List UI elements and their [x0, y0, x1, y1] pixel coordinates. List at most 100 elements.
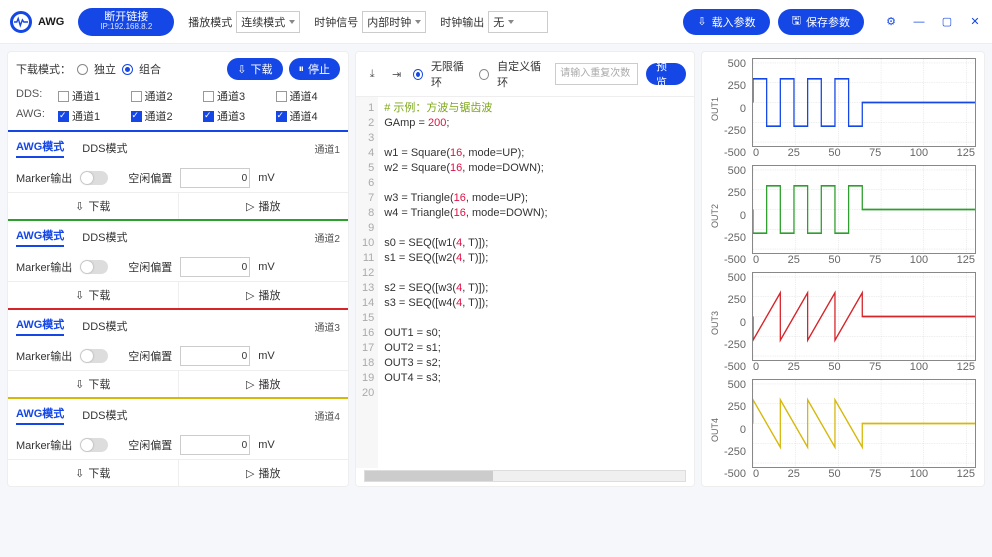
window-controls: ⚙ — ▢ ✕	[884, 15, 982, 29]
channel-body: Marker输出空闲偏置0mV	[8, 342, 348, 370]
play-icon: ▷	[246, 467, 254, 480]
plot-xticks: 0255075100125	[752, 254, 976, 266]
radio-custom-loop[interactable]	[479, 69, 489, 80]
plot: OUT25002500-250-5000255075100125	[710, 165, 976, 266]
radio-combined[interactable]	[122, 64, 133, 75]
tab-dds[interactable]: DDS模式	[82, 229, 127, 245]
marker-toggle[interactable]	[80, 349, 108, 363]
plot-xticks: 0255075100125	[752, 361, 976, 373]
marker-toggle[interactable]	[80, 438, 108, 452]
channel-block: AWG模式DDS模式通道3Marker输出空闲偏置0mV⇩下载▷播放	[8, 308, 348, 397]
stop-button[interactable]: ⏸停止	[289, 58, 341, 80]
plot-ylabel: OUT1	[710, 58, 720, 159]
clock-signal-select[interactable]: 内部时钟	[362, 11, 426, 33]
download-icon: ⇩	[237, 63, 246, 76]
code-editor[interactable]: 1234567891011121314151617181920 # 示例：方波与…	[356, 97, 694, 468]
radio-independent[interactable]	[77, 64, 88, 75]
marker-toggle[interactable]	[80, 260, 108, 274]
download-icon: ⇩	[75, 378, 84, 391]
tab-dds[interactable]: DDS模式	[82, 318, 127, 334]
play-icon: ▷	[246, 289, 254, 302]
plot-area: 0255075100125	[752, 272, 976, 373]
clock-output-select[interactable]: 无	[488, 11, 548, 33]
channel-play-button[interactable]: ▷播放	[179, 371, 349, 397]
channel-download-button[interactable]: ⇩下载	[8, 460, 179, 486]
channel-body: Marker输出空闲偏置0mV	[8, 164, 348, 192]
download-all-button[interactable]: ⇩下载	[227, 58, 282, 80]
horizontal-scrollbar[interactable]	[364, 470, 686, 482]
connection-button[interactable]: 断开链接 IP:192.168.8.2	[78, 8, 174, 36]
close-icon[interactable]: ✕	[968, 15, 982, 29]
channel-checkbox[interactable]	[276, 111, 287, 122]
channel-checkbox-cell: 通道1	[58, 88, 123, 104]
channel-checkbox[interactable]	[203, 111, 214, 122]
pause-icon: ⏸	[299, 63, 305, 76]
tab-awg[interactable]: AWG模式	[16, 316, 64, 336]
channel-checkbox[interactable]	[203, 91, 214, 102]
plot-ylabel: OUT4	[710, 379, 720, 480]
channel-name: 通道2	[314, 230, 340, 245]
marker-toggle[interactable]	[80, 171, 108, 185]
plot-yticks: 5002500-250-500	[724, 58, 748, 159]
channel-download-button[interactable]: ⇩下载	[8, 193, 179, 219]
row-label: AWG:	[16, 108, 50, 124]
tab-dds[interactable]: DDS模式	[82, 140, 127, 156]
play-icon: ▷	[246, 200, 254, 213]
radio-infinite-loop[interactable]	[413, 69, 423, 80]
brand: AWG	[10, 11, 64, 33]
plot-ylabel: OUT3	[710, 272, 720, 373]
idle-offset-label: 空闲偏置	[128, 437, 172, 453]
channel-play-button[interactable]: ▷播放	[179, 460, 349, 486]
code-toolbar: ⤓ ⇥ 无限循环 自定义循环 请输入重复次数 预览	[356, 52, 694, 97]
channel-checkbox[interactable]	[131, 111, 142, 122]
idle-offset-input[interactable]: 0	[180, 346, 250, 366]
save-icon: 🖫	[792, 12, 801, 31]
channel-download-button[interactable]: ⇩下载	[8, 371, 179, 397]
channel-name: 通道4	[314, 408, 340, 423]
preview-button[interactable]: 预览	[646, 63, 686, 85]
save-params-button[interactable]: 🖫保存参数	[778, 9, 864, 35]
plot-yticks: 5002500-250-500	[724, 165, 748, 266]
plot-svg	[752, 58, 976, 147]
tab-awg[interactable]: AWG模式	[16, 227, 64, 247]
channel-footer: ⇩下载▷播放	[8, 192, 348, 219]
channel-head: AWG模式 DDS模式 通道4	[8, 399, 348, 431]
repeat-count-input[interactable]: 请输入重复次数	[555, 63, 638, 85]
channel-play-button[interactable]: ▷播放	[179, 282, 349, 308]
import-icon[interactable]: ⇥	[388, 65, 404, 83]
channel-name: 通道1	[314, 141, 340, 156]
plot: OUT15002500-250-5000255075100125	[710, 58, 976, 159]
idle-offset-input[interactable]: 0	[180, 168, 250, 188]
channel-body: Marker输出空闲偏置0mV	[8, 431, 348, 459]
play-mode-label: 播放模式	[188, 14, 232, 30]
plot-svg	[752, 379, 976, 468]
tab-dds[interactable]: DDS模式	[82, 407, 127, 423]
brand-icon	[10, 11, 32, 33]
play-icon: ▷	[246, 378, 254, 391]
channel-download-button[interactable]: ⇩下载	[8, 282, 179, 308]
maximize-icon[interactable]: ▢	[940, 15, 954, 29]
tab-awg[interactable]: AWG模式	[16, 138, 64, 158]
idle-offset-input[interactable]: 0	[180, 435, 250, 455]
channel-play-button[interactable]: ▷播放	[179, 193, 349, 219]
channel-body: Marker输出空闲偏置0mV	[8, 253, 348, 281]
channel-footer: ⇩下载▷播放	[8, 281, 348, 308]
idle-offset-label: 空闲偏置	[128, 259, 172, 275]
tab-awg[interactable]: AWG模式	[16, 405, 64, 425]
channel-checkbox[interactable]	[276, 91, 287, 102]
export-icon[interactable]: ⤓	[364, 65, 380, 83]
minimize-icon[interactable]: —	[912, 15, 926, 29]
idle-offset-input[interactable]: 0	[180, 257, 250, 277]
play-mode-select[interactable]: 连续模式	[236, 11, 300, 33]
settings-icon[interactable]: ⚙	[884, 15, 898, 29]
channel-block: AWG模式 DDS模式 通道1 Marker输出空闲偏置0mV⇩下载▷播放	[8, 130, 348, 219]
marker-label: Marker输出	[16, 348, 72, 364]
download-icon: ⇩	[75, 467, 84, 480]
load-params-button[interactable]: ⇩载入参数	[683, 9, 769, 35]
marker-label: Marker输出	[16, 170, 72, 186]
plots-panel: OUT15002500-250-5000255075100125OUT25002…	[702, 52, 984, 486]
channel-checkbox[interactable]	[131, 91, 142, 102]
channel-checkbox[interactable]	[58, 111, 69, 122]
channel-head: AWG模式 DDS模式 通道2	[8, 221, 348, 253]
channel-checkbox[interactable]	[58, 91, 69, 102]
